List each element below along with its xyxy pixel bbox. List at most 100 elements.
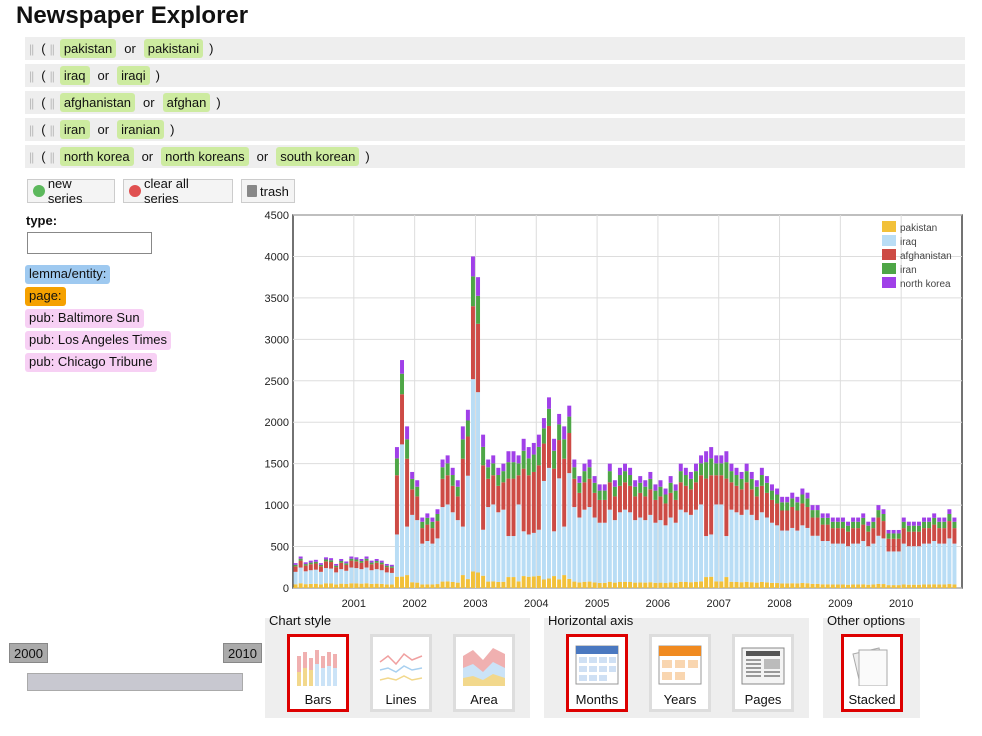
bar-segment-north-korea <box>851 517 856 522</box>
chart-style-bars[interactable]: Bars <box>287 634 349 712</box>
filter-tag[interactable]: lemma/entity: <box>25 265 111 284</box>
bar-segment-north-korea <box>445 455 450 464</box>
filter-tag[interactable]: pub: Baltimore Sun <box>25 309 144 328</box>
bar-segment-iraq <box>405 526 410 576</box>
bar-segment-north-korea <box>815 505 820 511</box>
query-term[interactable]: afghan <box>162 93 211 112</box>
type-input[interactable] <box>27 232 152 254</box>
bar-segment-north-korea <box>526 447 531 459</box>
bar-segment-afghanistan <box>658 496 663 521</box>
query-row[interactable]: || (|| iran or iranian) <box>25 118 965 141</box>
chart-style-lines[interactable]: Lines <box>370 634 432 712</box>
drag-handle-icon[interactable]: || <box>29 69 34 83</box>
bar-segment-iraq <box>308 570 313 584</box>
bar-segment-pakistan <box>364 583 369 588</box>
bar-segment-iraq <box>937 543 942 585</box>
filter-tag[interactable]: page: <box>25 287 66 306</box>
bar-segment-afghanistan <box>673 499 678 523</box>
bar-segment-pakistan <box>298 583 303 588</box>
query-row[interactable]: || (|| afghanistan or afghan) <box>25 91 965 114</box>
or-operator: or <box>124 41 136 56</box>
filter-tag[interactable]: pub: Chicago Tribune <box>25 353 157 372</box>
bar-segment-afghanistan <box>744 482 749 510</box>
option-stacked[interactable]: Stacked <box>841 634 903 712</box>
filter-tag[interactable]: pub: Los Angeles Times <box>25 331 172 350</box>
bar-segment-pakistan <box>521 576 526 588</box>
lines-label: Lines <box>385 692 417 707</box>
legend-label: pakistan <box>900 223 937 234</box>
drag-handle-icon[interactable]: || <box>29 123 34 137</box>
bar-segment-iraq <box>871 543 876 585</box>
bar-segment-afghanistan <box>876 517 881 536</box>
bar-segment-north-korea <box>673 484 678 491</box>
bar-segment-afghanistan <box>835 528 840 544</box>
bar-segment-north-korea <box>552 438 557 451</box>
bar-segment-iran <box>734 475 739 486</box>
drag-handle-icon[interactable]: || <box>50 150 55 164</box>
bar-segment-north-korea <box>318 563 323 565</box>
query-term[interactable]: north korea <box>59 147 134 166</box>
date-range-slider[interactable] <box>27 673 243 691</box>
drag-handle-icon[interactable]: || <box>29 96 34 110</box>
query-term[interactable]: north koreans <box>161 147 249 166</box>
query-term[interactable]: south korean <box>276 147 360 166</box>
drag-handle-icon[interactable]: || <box>29 42 34 56</box>
bar-segment-pakistan <box>394 576 399 588</box>
y-tick-label: 3500 <box>265 293 289 305</box>
axis-pages[interactable]: Pages <box>732 634 794 712</box>
new-series-button[interactable]: new series <box>27 176 115 206</box>
bar-segment-iran <box>790 498 795 507</box>
drag-handle-icon[interactable]: || <box>50 96 55 110</box>
query-term[interactable]: iraq <box>59 66 90 85</box>
bar-segment-afghanistan <box>825 524 830 542</box>
query-row[interactable]: || (|| pakistan or pakistani) <box>25 37 965 60</box>
bar-segment-iran <box>643 486 648 497</box>
clear-all-series-button[interactable]: clear all series <box>123 176 233 206</box>
bar-segment-iraq <box>947 538 952 585</box>
bar-segment-iran <box>861 517 866 525</box>
axis-months[interactable]: Months <box>566 634 628 712</box>
bar-segment-afghanistan <box>638 492 643 518</box>
bar-segment-north-korea <box>602 484 607 491</box>
bar-segment-afghanistan <box>425 524 430 542</box>
drag-handle-icon[interactable]: || <box>50 123 55 137</box>
slider-start-handle[interactable]: 2000 <box>9 643 48 663</box>
query-term[interactable]: iranian <box>117 120 165 139</box>
bar-segment-afghanistan <box>633 496 638 521</box>
query-row[interactable]: || (|| north korea or north koreans or south k… <box>25 145 965 168</box>
y-tick-label: 4500 <box>265 210 289 222</box>
axis-years[interactable]: Years <box>649 634 711 712</box>
bar-segment-north-korea <box>455 480 460 487</box>
drag-handle-icon[interactable]: || <box>29 150 34 164</box>
bar-segment-pakistan <box>349 583 354 588</box>
bar-segment-north-korea <box>663 488 668 495</box>
bar-segment-afghanistan <box>770 499 774 523</box>
bar-segment-pakistan <box>511 577 516 588</box>
query-term[interactable]: iraqi <box>117 66 150 85</box>
slider-start-label: 2000 <box>14 646 43 661</box>
drag-handle-icon[interactable]: || <box>50 42 55 56</box>
bar-segment-north-korea <box>308 560 313 563</box>
bar-segment-afghanistan <box>359 562 364 570</box>
bar-segment-iraq <box>602 522 607 583</box>
drag-handle-icon[interactable]: || <box>50 69 55 83</box>
slider-end-handle[interactable]: 2010 <box>223 643 262 663</box>
bar-segment-iran <box>896 533 901 539</box>
bar-segment-iran <box>744 471 749 483</box>
query-term[interactable]: pakistani <box>143 39 204 58</box>
bar-segment-iran <box>785 502 790 511</box>
query-row[interactable]: || (|| iraq or iraqi) <box>25 64 965 87</box>
query-term[interactable]: afghanistan <box>59 93 136 112</box>
bar-segment-iran <box>339 561 344 563</box>
bar-segment-iran <box>445 463 450 476</box>
bar-segment-pakistan <box>303 584 308 588</box>
bar-segment-iraq <box>379 570 384 584</box>
bar-segment-iraq <box>764 517 769 583</box>
query-term[interactable]: iran <box>59 120 90 139</box>
bar-segment-iraq <box>891 551 896 586</box>
chart-style-area[interactable]: Area <box>453 634 515 712</box>
trash-button[interactable]: trash <box>241 179 295 203</box>
bar-segment-iraq <box>531 532 536 577</box>
bar-segment-iraq <box>617 512 622 582</box>
query-term[interactable]: pakistan <box>59 39 117 58</box>
